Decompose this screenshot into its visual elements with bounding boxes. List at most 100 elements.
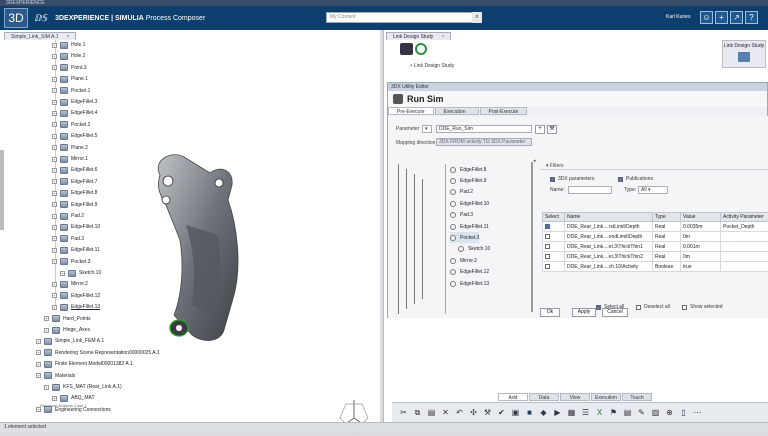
expand-icon[interactable]: + [52,305,57,310]
tree-node[interactable]: +EdgeFillet.10 [52,222,100,232]
tree-node[interactable]: +EdgeFillet.12 [52,291,100,301]
excel-icon[interactable]: X [594,407,605,418]
expand-icon[interactable]: + [44,328,49,333]
expand-icon[interactable]: + [52,122,57,127]
expand-icon[interactable]: + [36,362,41,367]
expand-icon[interactable]: + [52,77,57,82]
column-header-type[interactable]: Type [653,213,681,222]
cancel-button[interactable]: Cancel [602,308,628,317]
tree-node[interactable]: +Sketch.10 [60,268,101,278]
tree-node[interactable]: +Pad.3 [52,234,84,244]
shape-square-icon[interactable]: ■ [524,407,535,418]
expand-icon[interactable]: + [60,271,65,276]
refresh-icon[interactable] [415,43,427,55]
mapping-tree-node[interactable]: Pad.3 [450,210,473,221]
tab-touch[interactable]: Touch [622,393,652,401]
expand-icon[interactable]: + [36,407,41,412]
row-checkbox[interactable] [545,244,550,249]
checkbox[interactable] [682,305,687,310]
tree-node[interactable]: +Pocket.1 [52,86,90,96]
cut-icon[interactable]: ✂ [398,407,409,418]
collapse-arrow-icon[interactable]: ◂ [533,158,536,164]
tree-node[interactable]: +ABQ_MAT [52,393,95,403]
search-icon[interactable]: ⌕ [472,12,482,23]
play-icon[interactable]: ▶ [552,407,563,418]
expand-icon[interactable]: + [52,157,57,162]
select-cell[interactable] [543,252,565,262]
table-row[interactable]: DDE_Rear_Link....et.3\ThickThin2Real0m [543,252,768,262]
table-icon[interactable]: ▦ [566,407,577,418]
expand-icon[interactable]: + [52,54,57,59]
column-header-value[interactable]: Value [681,213,721,222]
zoom-icon[interactable]: ⊕ [664,407,675,418]
tree-node[interactable]: +EdgeFillet.13 [52,302,100,312]
delete-icon[interactable]: ✕ [440,407,451,418]
tab-execution[interactable]: Execution [591,393,621,401]
expand-icon[interactable]: ▾ [410,63,413,69]
tree-node[interactable]: +EdgeFillet.11 [52,245,100,255]
select-cell[interactable] [543,242,565,252]
document-icon[interactable]: ▯ [678,407,689,418]
tree-node[interactable]: +Hard_Points [44,314,91,324]
checkbox[interactable] [636,305,641,310]
expand-icon[interactable]: + [44,316,49,321]
user-avatar-icon[interactable]: ☺ [700,11,713,24]
move-icon[interactable]: ✣ [468,407,479,418]
side-panel-link-design-study[interactable]: Link Design Study [722,40,766,68]
tree-node[interactable]: +Simple_Link_FEM A.1 [36,336,104,346]
tab-pre-execute[interactable]: Pre-Execute [388,107,434,115]
expand-icon[interactable]: + [52,100,57,105]
parameter-select[interactable]: DDE_Run_Sim [436,125,532,133]
tree-node[interactable]: +EdgeFillet.8 [52,188,97,198]
study-tree-root[interactable]: ▾ Link Design Study [410,63,454,69]
parameter-type-dropdown[interactable]: ▾ [422,125,432,133]
tree-node[interactable]: +Mirror.2 [52,279,88,289]
tree-node[interactable]: +EdgeFillet.5 [52,131,97,141]
tree-node[interactable]: +EdgeFillet.6 [52,165,97,175]
mapping-tree-node[interactable]: EdgeFillet.9 [450,175,486,186]
expand-icon[interactable]: + [52,248,57,253]
tools-icon[interactable]: ⚒ [482,407,493,418]
mapping-direction-select[interactable]: 3DX FROM activity TO 3DX Parameter [436,138,532,146]
scrollbar[interactable] [0,150,4,230]
help-icon[interactable]: ? [745,11,758,24]
shape-diamond-icon[interactable]: ◆ [538,407,549,418]
expand-icon[interactable]: + [52,111,57,116]
mapping-tree-node[interactable]: Pocket.3 [450,232,479,243]
tree-node[interactable]: +EdgeFillet.9 [52,200,97,210]
tree-node[interactable]: +Hinge_Axes [44,325,90,335]
mapping-tree-node[interactable]: Mirror.2 [450,255,477,266]
mapping-tree-node[interactable]: EdgeFillet.11 [450,221,489,232]
expand-icon[interactable]: + [52,134,57,139]
expand-icon[interactable]: + [52,396,57,401]
name-filter-input[interactable] [568,186,612,194]
deselect-all[interactable]: Deselect all [636,304,670,310]
mapping-tree-node[interactable]: Pad.2 [450,187,473,198]
expand-icon[interactable]: + [52,225,57,230]
expand-icon[interactable]: + [36,373,41,378]
add-icon[interactable]: + [715,11,728,24]
chart-icon[interactable]: ▤ [622,407,633,418]
tree-node[interactable]: +Rendering Scene Representation00000025 … [36,348,160,358]
tree-node[interactable]: +Hole.1 [52,40,85,50]
expand-icon[interactable]: + [52,168,57,173]
mapping-tree-node[interactable]: EdgeFillet.13 [450,278,489,289]
tree-node[interactable]: +Mirror.1 [52,154,88,164]
row-checkbox[interactable] [545,264,550,269]
calculator-icon[interactable]: ▧ [650,407,661,418]
checkbox[interactable]: ✓ [596,305,601,310]
checkbox[interactable]: ✓ [618,177,623,182]
expand-icon[interactable]: + [36,350,41,355]
tab-link-design-study[interactable]: Link Design Study× [386,32,451,40]
tab-data[interactable]: Data [529,393,559,401]
tab-add[interactable]: Add [498,393,528,401]
select-cell[interactable] [543,262,565,272]
tab-post-execute[interactable]: Post-Execute [480,107,528,115]
3d-part-model[interactable] [142,145,252,345]
tree-node[interactable]: +EdgeFillet.4 [52,108,97,118]
expand-icon[interactable]: + [36,339,41,344]
expand-icon[interactable]: + [44,385,49,390]
select-cell[interactable] [543,232,565,242]
paste-icon[interactable]: ▤ [426,407,437,418]
mapping-tree-node[interactable]: EdgeFillet.10 [450,198,489,209]
